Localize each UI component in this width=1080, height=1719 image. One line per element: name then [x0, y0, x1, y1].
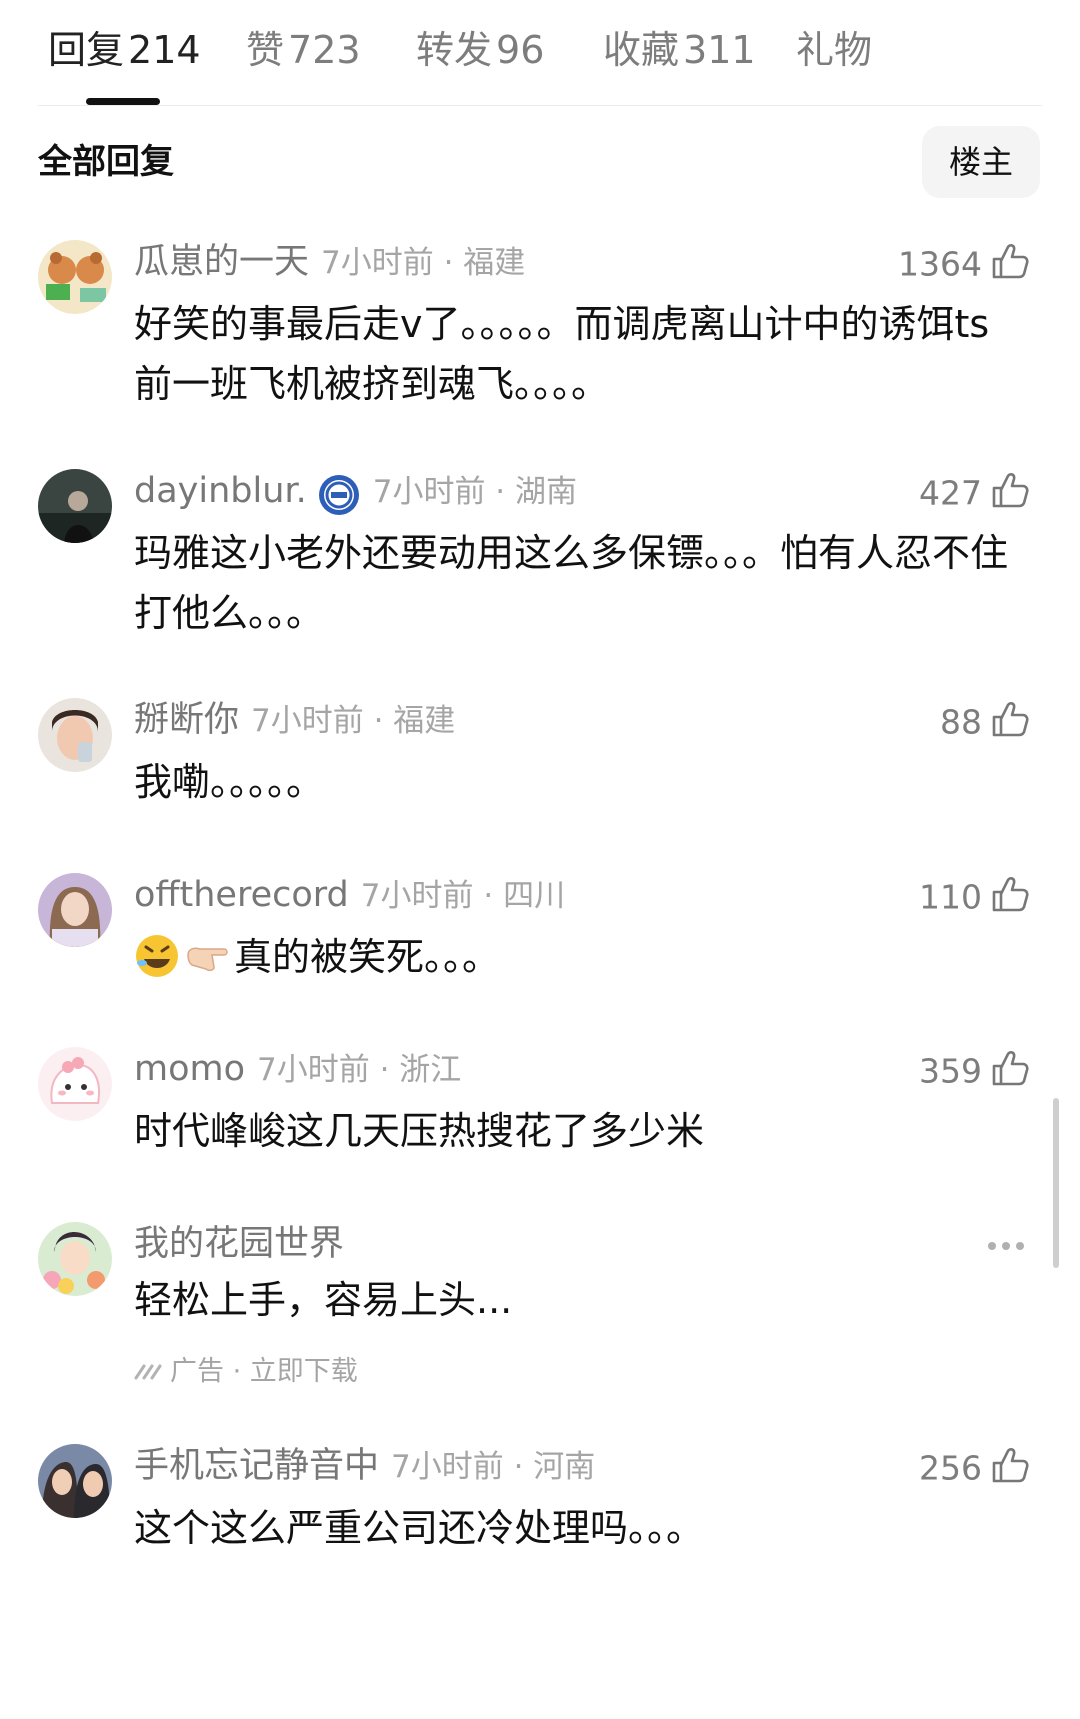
- comment-meta: 瓜崽的一天 7小时前 · 福建: [134, 238, 525, 286]
- avatar[interactable]: [38, 1047, 112, 1121]
- tab-label: 转发: [416, 28, 493, 72]
- tab-favorites[interactable]: 收藏 311: [603, 24, 756, 76]
- thumbs-up-icon: [992, 701, 1029, 736]
- divider: [38, 105, 1042, 106]
- username[interactable]: 瓜崽的一天: [134, 242, 309, 282]
- pointing-hand-emoji-icon: [187, 947, 228, 971]
- tab-replies[interactable]: 回复 214: [48, 24, 201, 76]
- username[interactable]: 手机忘记静音中: [134, 1446, 379, 1486]
- comment-meta: 掰断你 7小时前 · 福建: [134, 696, 455, 744]
- tab-bar: 回复 214 赞 723 转发 96 收藏 311 礼物: [0, 0, 1080, 106]
- tab-label: 礼物: [796, 28, 873, 72]
- ad-text: 轻松上手，容易上头...: [134, 1278, 513, 1322]
- comment-text: 时代峰峻这几天压热搜花了多少米: [134, 1109, 705, 1153]
- username[interactable]: offtherecord: [134, 875, 349, 915]
- ad-mark-icon: [134, 1364, 162, 1379]
- username[interactable]: 掰断你: [134, 700, 239, 740]
- thumbs-up-icon: [992, 243, 1029, 278]
- ad-download-link[interactable]: 广告 · 立即下载: [134, 1352, 358, 1392]
- comment-text: 我嘞。。。。。: [134, 760, 325, 804]
- like-count: 1364: [898, 244, 982, 284]
- avatar[interactable]: [38, 698, 112, 772]
- rolling-laughing-emoji-icon: [136, 934, 178, 977]
- tab-label: 收藏: [603, 28, 680, 72]
- active-tab-indicator: [86, 98, 160, 105]
- tab-label: 赞: [246, 28, 285, 72]
- timestamp-location: 7小时前 · 河南: [391, 1449, 596, 1485]
- like-count: 359: [919, 1051, 982, 1091]
- scrollbar[interactable]: [1053, 1098, 1059, 1268]
- comment-text: 玛雅这小老外还要动用这么多保镖。。。怕有人忍不住打他么。。。: [134, 531, 1009, 635]
- comment-meta: offtherecord 7小时前 · 四川: [134, 871, 565, 919]
- timestamp-location: 7小时前 · 福建: [321, 245, 526, 281]
- comment-meta: momo 7小时前 · 浙江: [134, 1045, 461, 1093]
- comment-text-content: 真的被笑死。。。: [234, 935, 501, 979]
- like-button[interactable]: 427: [919, 469, 1030, 517]
- tab-reposts[interactable]: 转发 96: [416, 24, 544, 76]
- avatar[interactable]: [38, 1444, 112, 1518]
- like-button[interactable]: 110: [919, 873, 1030, 921]
- timestamp-location: 7小时前 · 四川: [360, 878, 566, 914]
- like-button[interactable]: 256: [919, 1444, 1030, 1492]
- username[interactable]: dayinblur.: [134, 471, 307, 511]
- ad-meta: 我的花园世界: [134, 1220, 344, 1268]
- comment-text: 好笑的事最后走v了。。。。。而调虎离山计中的诱饵ts前一班飞机被挤到魂飞。。。。: [134, 302, 990, 406]
- comment-meta: 手机忘记静音中 7小时前 · 河南: [134, 1442, 595, 1490]
- timestamp-location: 7小时前 · 福建: [251, 703, 456, 739]
- section-title: 全部回复: [38, 142, 174, 182]
- avatar[interactable]: [38, 873, 112, 947]
- avatar[interactable]: [38, 1222, 112, 1296]
- tab-count: 723: [288, 28, 361, 72]
- like-count: 256: [919, 1448, 982, 1488]
- like-count: 88: [940, 702, 982, 742]
- tab-gifts[interactable]: 礼物: [796, 24, 872, 76]
- username[interactable]: momo: [134, 1049, 245, 1089]
- tab-count: 311: [683, 28, 756, 72]
- verified-badge-icon: [318, 474, 359, 515]
- tab-count: 214: [128, 28, 201, 72]
- username[interactable]: 我的花园世界: [134, 1224, 344, 1264]
- comment-meta: dayinblur. 7小时前 · 湖南: [134, 467, 577, 515]
- tab-likes[interactable]: 赞 723: [246, 24, 361, 76]
- thumbs-up-icon: [992, 876, 1029, 911]
- ad-label: 广告 · 立即下载: [170, 1356, 358, 1387]
- tab-label: 回复: [48, 28, 125, 72]
- like-button[interactable]: 1364: [898, 240, 1030, 288]
- like-count: 110: [919, 877, 982, 917]
- comment-text: 这个这么严重公司还冷处理吗。。。: [134, 1506, 705, 1550]
- like-count: 427: [919, 473, 982, 513]
- avatar[interactable]: [38, 240, 112, 314]
- comment-text: 真的被笑死。。。: [134, 927, 1014, 987]
- like-button[interactable]: 88: [940, 698, 1030, 746]
- tab-count: 96: [496, 28, 545, 72]
- more-options-icon[interactable]: [986, 1240, 1026, 1252]
- timestamp-location: 7小时前 · 湖南: [372, 474, 578, 510]
- thumbs-up-icon: [992, 1447, 1029, 1482]
- timestamp-location: 7小时前 · 浙江: [257, 1052, 462, 1088]
- thumbs-up-icon: [992, 472, 1029, 507]
- avatar[interactable]: [38, 469, 112, 543]
- thumbs-up-icon: [992, 1050, 1029, 1085]
- owner-only-button[interactable]: 楼主: [922, 126, 1040, 198]
- like-button[interactable]: 359: [919, 1047, 1030, 1095]
